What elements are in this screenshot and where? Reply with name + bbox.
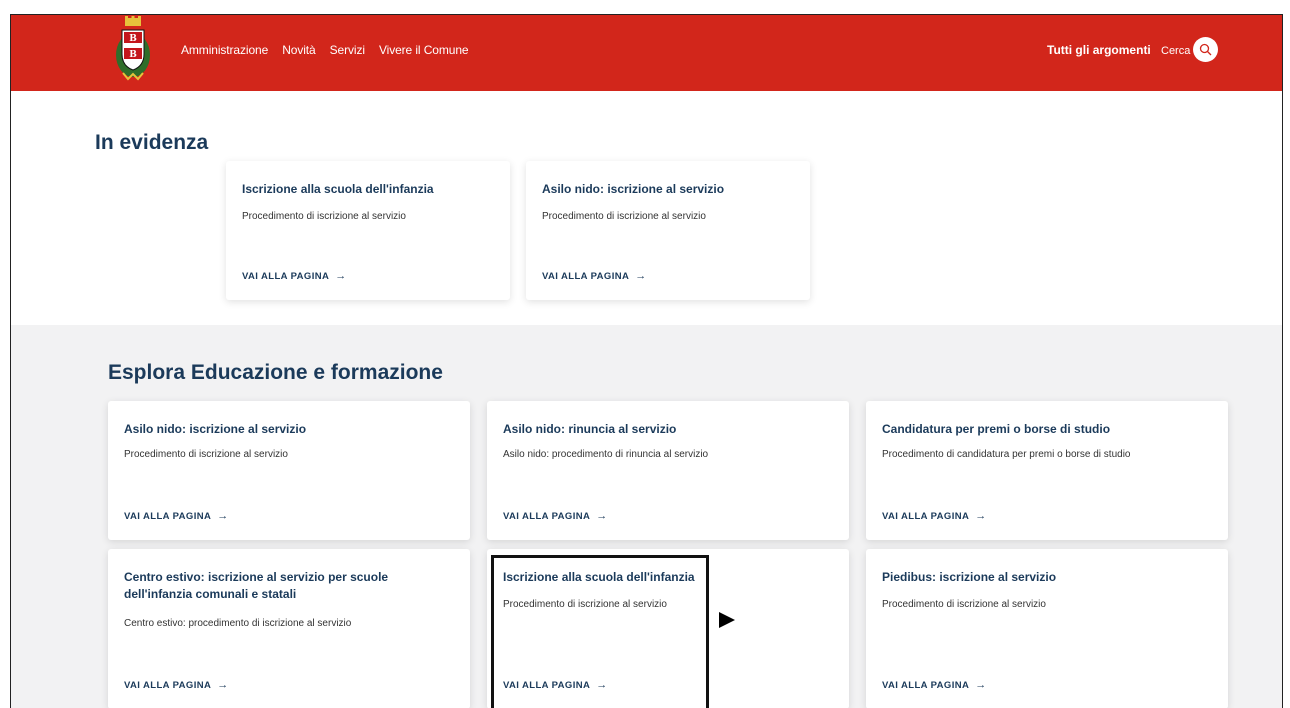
card-link[interactable]: VAI ALLA PAGINA → — [542, 270, 647, 282]
card-link[interactable]: VAI ALLA PAGINA → — [124, 679, 229, 691]
nav-item-amministrazione[interactable]: Amministrazione — [181, 43, 268, 57]
card-title[interactable]: Centro estivo: iscrizione al servizio pe… — [124, 569, 454, 603]
card-description: Procedimento di iscrizione al servizio — [882, 599, 1046, 610]
nav-item-vivere-il-comune[interactable]: Vivere il Comune — [379, 43, 469, 57]
arrow-right-icon: → — [975, 679, 987, 691]
card-link-label: VAI ALLA PAGINA — [503, 679, 591, 691]
card-link[interactable]: VAI ALLA PAGINA → — [242, 270, 347, 282]
card-link-label: VAI ALLA PAGINA — [124, 679, 212, 691]
card-description: Procedimento di iscrizione al servizio — [542, 211, 706, 222]
search-button[interactable] — [1193, 37, 1218, 62]
card-title[interactable]: Iscrizione alla scuola dell'infanzia — [242, 181, 494, 198]
svg-text:B: B — [129, 34, 137, 44]
service-card[interactable]: Asilo nido: iscrizione al servizio Proce… — [108, 401, 470, 540]
card-link-label: VAI ALLA PAGINA — [882, 679, 970, 691]
nav-item-novita[interactable]: Novità — [282, 43, 316, 57]
card-description: Procedimento di iscrizione al servizio — [503, 599, 667, 610]
service-card[interactable]: Centro estivo: iscrizione al servizio pe… — [108, 549, 470, 708]
card-link-label: VAI ALLA PAGINA — [503, 510, 591, 522]
card-title[interactable]: Asilo nido: iscrizione al servizio — [542, 181, 794, 198]
svg-text:B: B — [129, 50, 137, 60]
card-link-label: VAI ALLA PAGINA — [242, 270, 330, 282]
card-title[interactable]: Candidatura per premi o borse di studio — [882, 421, 1212, 438]
featured-section: In evidenza Iscrizione alla scuola dell'… — [11, 91, 1282, 325]
municipality-crest-icon[interactable]: B B — [113, 15, 153, 87]
service-card[interactable]: Asilo nido: rinuncia al servizio Asilo n… — [487, 401, 849, 540]
card-link-label: VAI ALLA PAGINA — [542, 270, 630, 282]
main-nav: Amministrazione Novità Servizi Vivere il… — [181, 43, 469, 57]
featured-card[interactable]: Asilo nido: iscrizione al servizio Proce… — [526, 161, 810, 300]
card-link-label: VAI ALLA PAGINA — [882, 510, 970, 522]
card-description: Centro estivo: procedimento di iscrizion… — [124, 618, 352, 629]
browser-viewport: B B Amministrazione Novità Servizi Viver… — [10, 14, 1283, 708]
arrow-right-icon: → — [217, 510, 229, 522]
nav-item-servizi[interactable]: Servizi — [330, 43, 365, 57]
service-card[interactable]: Iscrizione alla scuola dell'infanzia Pro… — [487, 549, 849, 708]
card-description: Procedimento di iscrizione al servizio — [242, 211, 406, 222]
card-link[interactable]: VAI ALLA PAGINA → — [503, 679, 608, 691]
mouse-cursor-icon — [719, 612, 735, 628]
card-title[interactable]: Asilo nido: rinuncia al servizio — [503, 421, 833, 438]
card-link[interactable]: VAI ALLA PAGINA → — [124, 510, 229, 522]
card-description: Asilo nido: procedimento di rinuncia al … — [503, 449, 709, 460]
explore-section: Esplora Educazione e formazione Asilo ni… — [11, 325, 1282, 708]
card-link[interactable]: VAI ALLA PAGINA → — [882, 679, 987, 691]
arrow-right-icon: → — [335, 270, 347, 282]
card-link[interactable]: VAI ALLA PAGINA → — [882, 510, 987, 522]
service-card[interactable]: Piedibus: iscrizione al servizio Procedi… — [866, 549, 1228, 708]
all-topics-link[interactable]: Tutti gli argomenti — [1047, 43, 1151, 57]
card-title[interactable]: Piedibus: iscrizione al servizio — [882, 569, 1212, 586]
explore-title: Esplora Educazione e formazione — [108, 361, 443, 384]
featured-title: In evidenza — [95, 131, 209, 154]
arrow-right-icon: → — [596, 510, 608, 522]
featured-card[interactable]: Iscrizione alla scuola dell'infanzia Pro… — [226, 161, 510, 300]
card-description: Procedimento di candidatura per premi o … — [882, 449, 1131, 460]
search-icon — [1199, 43, 1212, 56]
service-card[interactable]: Candidatura per premi o borse di studio … — [866, 401, 1228, 540]
card-description: Procedimento di iscrizione al servizio — [124, 449, 288, 460]
card-title[interactable]: Iscrizione alla scuola dell'infanzia — [503, 569, 833, 586]
card-link-label: VAI ALLA PAGINA — [124, 510, 212, 522]
arrow-right-icon: → — [217, 679, 229, 691]
arrow-right-icon: → — [975, 510, 987, 522]
site-header: B B Amministrazione Novità Servizi Viver… — [11, 15, 1282, 91]
card-title[interactable]: Asilo nido: iscrizione al servizio — [124, 421, 454, 438]
search-label[interactable]: Cerca — [1161, 45, 1190, 57]
card-link[interactable]: VAI ALLA PAGINA → — [503, 510, 608, 522]
arrow-right-icon: → — [596, 679, 608, 691]
arrow-right-icon: → — [635, 270, 647, 282]
